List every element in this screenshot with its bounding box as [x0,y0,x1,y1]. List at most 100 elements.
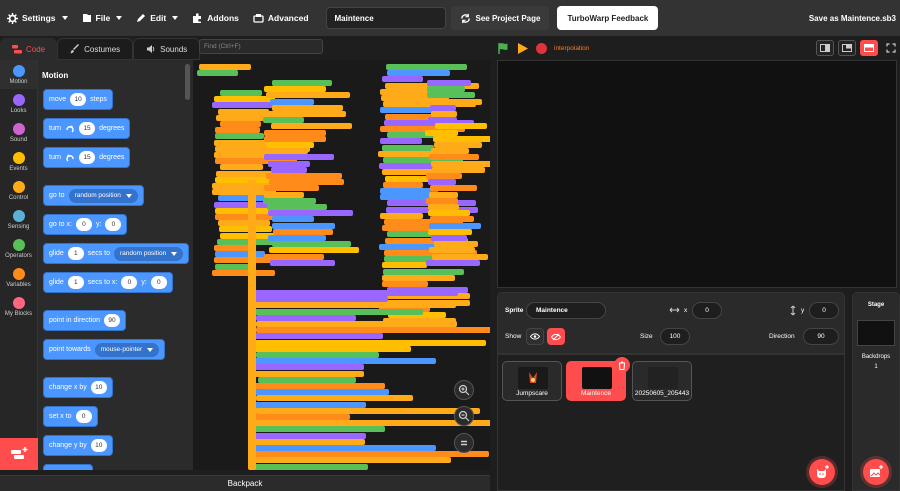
script-block[interactable] [254,339,487,346]
script-block[interactable] [434,123,487,130]
script-block[interactable] [383,268,464,275]
script-block[interactable] [220,121,262,127]
zoom-reset-button[interactable] [454,433,474,453]
script-block[interactable] [272,241,351,248]
see-project-page-button[interactable]: See Project Page [450,6,550,30]
block-input[interactable]: 0 [150,276,167,289]
script-block[interactable] [255,352,379,358]
script-block[interactable] [431,111,458,117]
script-block[interactable] [266,204,327,210]
script-block[interactable] [263,191,305,198]
y-input[interactable]: 0 [809,302,839,319]
script-block[interactable] [267,160,310,167]
script-block[interactable] [427,92,476,99]
script-block[interactable] [426,80,471,86]
script-block[interactable] [217,108,270,115]
file-menu[interactable]: File [75,0,130,36]
script-block[interactable] [381,169,433,176]
script-block[interactable] [256,395,413,402]
script-block[interactable] [268,210,354,217]
category-my-blocks[interactable]: My Blocks [0,292,37,321]
backpack-bar[interactable]: Backpack [0,475,490,491]
script-block[interactable] [378,150,436,157]
script-block[interactable] [264,111,346,117]
sprite-tile-20250605[interactable]: 20250605_205443 [632,361,692,401]
category-operators[interactable]: Operators [0,234,37,263]
script-block[interactable] [218,226,273,233]
script-block[interactable] [434,142,483,148]
go-to-block[interactable]: go to random position [43,185,144,206]
script-block[interactable] [272,228,334,235]
category-sensing[interactable]: Sensing [0,205,37,234]
script-block[interactable] [265,92,351,99]
script-block[interactable] [431,235,468,241]
script-block[interactable] [248,401,366,408]
script-block[interactable] [428,204,459,210]
turn-right-block[interactable]: turn 15 degrees [43,118,131,139]
script-block[interactable] [255,389,389,396]
script-block[interactable] [263,117,304,124]
script-block[interactable] [432,166,485,173]
block-input[interactable]: 10 [70,93,87,106]
move-steps-block[interactable]: move 10 steps [43,89,113,110]
towards-dropdown[interactable]: mouse-pointer [94,342,160,357]
script-block[interactable] [251,451,489,458]
script-block[interactable] [215,133,264,140]
script-block[interactable] [255,321,457,327]
script-block[interactable] [255,314,357,321]
project-title-input[interactable]: Maintence [325,7,446,29]
save-as-button[interactable]: Save as Maintence.sb3 [809,14,900,23]
script-block[interactable] [263,129,327,136]
turn-left-block[interactable]: turn 15 degrees [43,147,131,168]
normal-stage-button[interactable] [838,40,856,56]
script-workspace[interactable] [193,60,490,470]
script-block[interactable] [264,148,309,155]
script-block[interactable] [263,135,326,142]
category-variables[interactable]: Variables [0,263,37,292]
script-block[interactable] [254,407,481,414]
tab-code[interactable]: Code [0,38,58,60]
green-flag-icon[interactable] [497,42,510,55]
x-input[interactable]: 0 [692,302,722,319]
script-block[interactable] [250,432,367,439]
script-block[interactable] [267,235,327,241]
change-x-block[interactable]: change x by 10 [43,377,113,398]
script-block[interactable] [380,212,423,219]
block-input[interactable]: 1 [67,247,84,260]
script-block[interactable] [220,164,263,171]
script-block[interactable] [269,247,359,254]
script-block[interactable] [429,98,482,105]
script-block[interactable] [251,345,411,352]
point-direction-block[interactable]: point in direction 90 [43,310,126,331]
settings-menu[interactable]: Settings [0,0,75,36]
block-input[interactable]: 0 [121,276,138,289]
script-block[interactable] [269,259,336,266]
glide-to-block[interactable]: glide 1 secs to random position [43,243,190,264]
script-block[interactable] [426,197,459,204]
script-block[interactable] [428,210,471,217]
stop-icon[interactable] [535,42,548,55]
script-block[interactable] [271,123,353,130]
palette-scrollbar[interactable] [185,64,190,100]
script-block[interactable] [211,269,276,276]
script-block[interactable] [218,220,270,227]
block-input[interactable]: 0 [105,218,122,231]
script-block[interactable] [431,148,470,155]
script-block[interactable] [425,129,458,136]
script-block[interactable] [381,281,428,287]
script-block[interactable] [431,253,489,260]
stage-target-pane[interactable]: Stage Backdrops 1 [852,292,900,491]
script-block[interactable] [381,262,427,269]
category-control[interactable]: Control [0,176,37,205]
script-block[interactable] [271,104,344,111]
show-hidden-button[interactable] [547,328,565,345]
edit-menu[interactable]: Edit [129,0,185,36]
script-block[interactable] [427,179,456,186]
block-input[interactable]: 1 [67,276,84,289]
sprite-tile-jumpscare[interactable]: Jumpscare [502,361,562,401]
script-block[interactable] [257,376,357,383]
script-block[interactable] [426,173,462,179]
script-block[interactable] [379,138,423,145]
script-block[interactable] [214,251,266,258]
find-input[interactable]: Find (Ctrl+F) [199,39,323,54]
